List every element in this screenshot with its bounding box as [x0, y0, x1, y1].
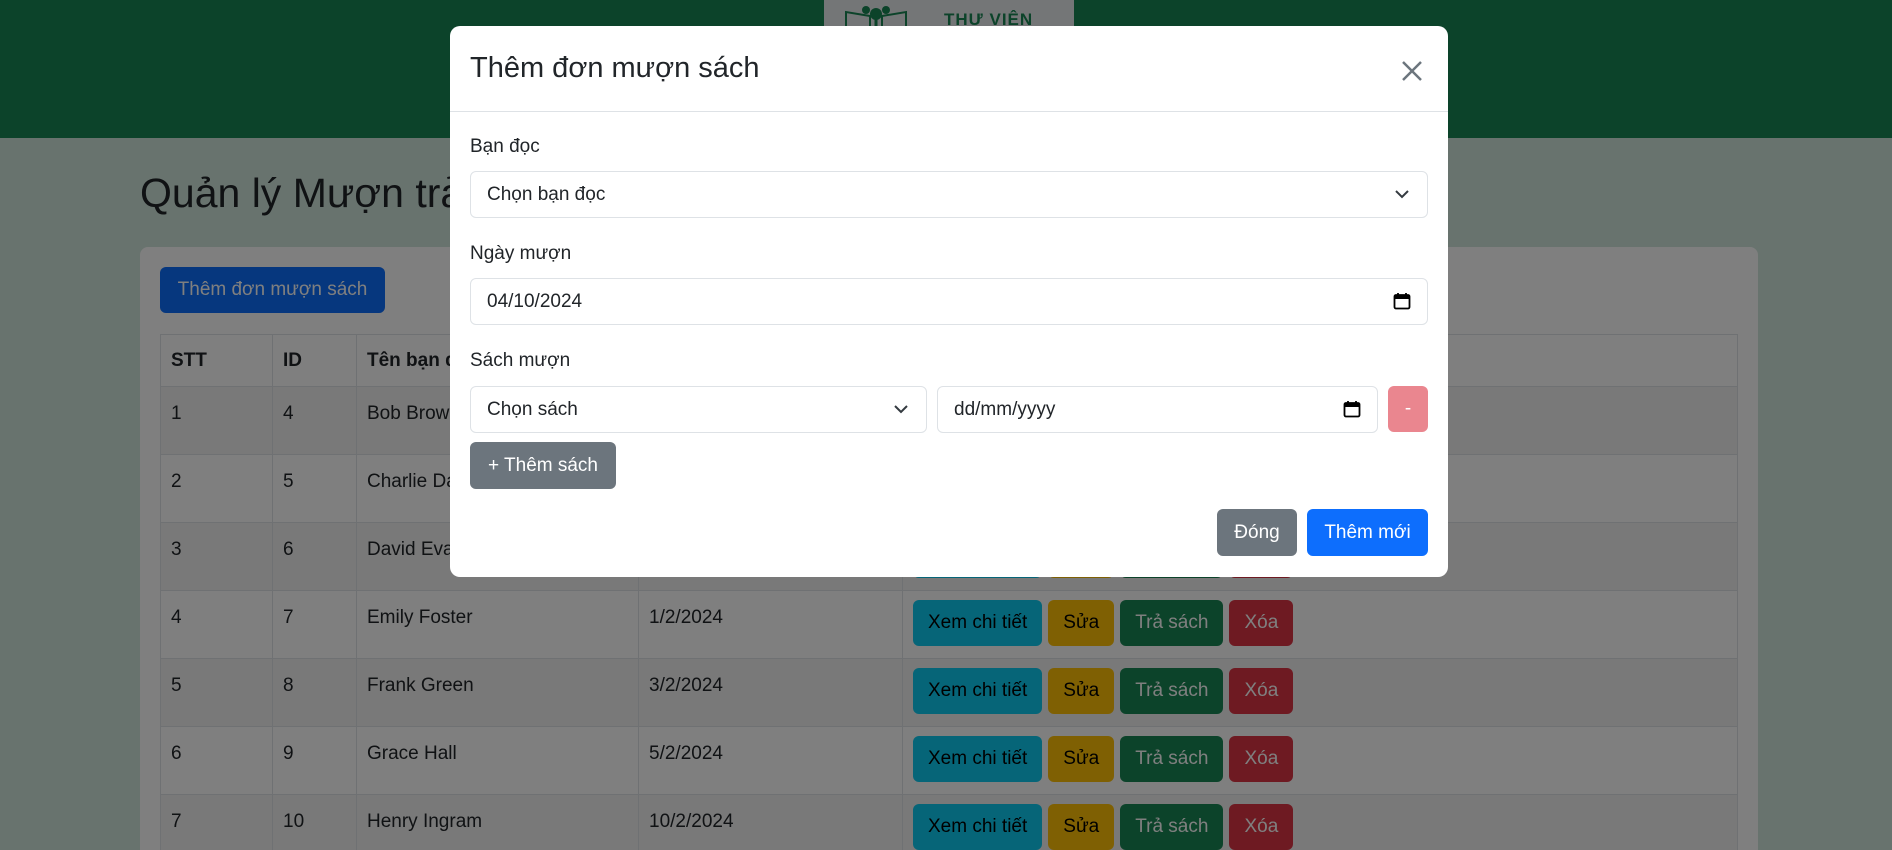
calendar-icon[interactable]	[1393, 292, 1411, 310]
books-label: Sách mượn	[470, 350, 571, 371]
reader-select[interactable]: Chọn bạn đọc	[470, 171, 1428, 218]
borrow-date-value: 04/10/2024	[487, 291, 583, 312]
add-book-button[interactable]: + Thêm sách	[470, 442, 616, 489]
reader-select-value: Chọn bạn đọc	[487, 184, 606, 205]
calendar-icon[interactable]	[1343, 400, 1361, 418]
due-date-placeholder: dd/mm/yyyy	[954, 399, 1056, 420]
book-select-value: Chọn sách	[487, 399, 578, 420]
modal-header: Thêm đơn mượn sách	[450, 26, 1448, 112]
modal-title: Thêm đơn mượn sách	[470, 52, 760, 84]
reader-label: Bạn đọc	[470, 136, 540, 157]
remove-book-button[interactable]: -	[1388, 386, 1428, 432]
borrow-date-label: Ngày mượn	[470, 243, 572, 264]
close-icon[interactable]	[1397, 56, 1427, 86]
chevron-down-icon	[894, 405, 908, 414]
close-button[interactable]: Đóng	[1217, 509, 1297, 556]
chevron-down-icon	[1395, 190, 1409, 199]
submit-button[interactable]: Thêm mới	[1307, 509, 1428, 556]
book-select[interactable]: Chọn sách	[470, 386, 927, 433]
add-loan-modal: Thêm đơn mượn sách Bạn đọc Chọn bạn đọc …	[450, 26, 1448, 577]
borrow-date-input[interactable]: 04/10/2024	[470, 278, 1428, 325]
due-date-input[interactable]: dd/mm/yyyy	[937, 386, 1378, 433]
